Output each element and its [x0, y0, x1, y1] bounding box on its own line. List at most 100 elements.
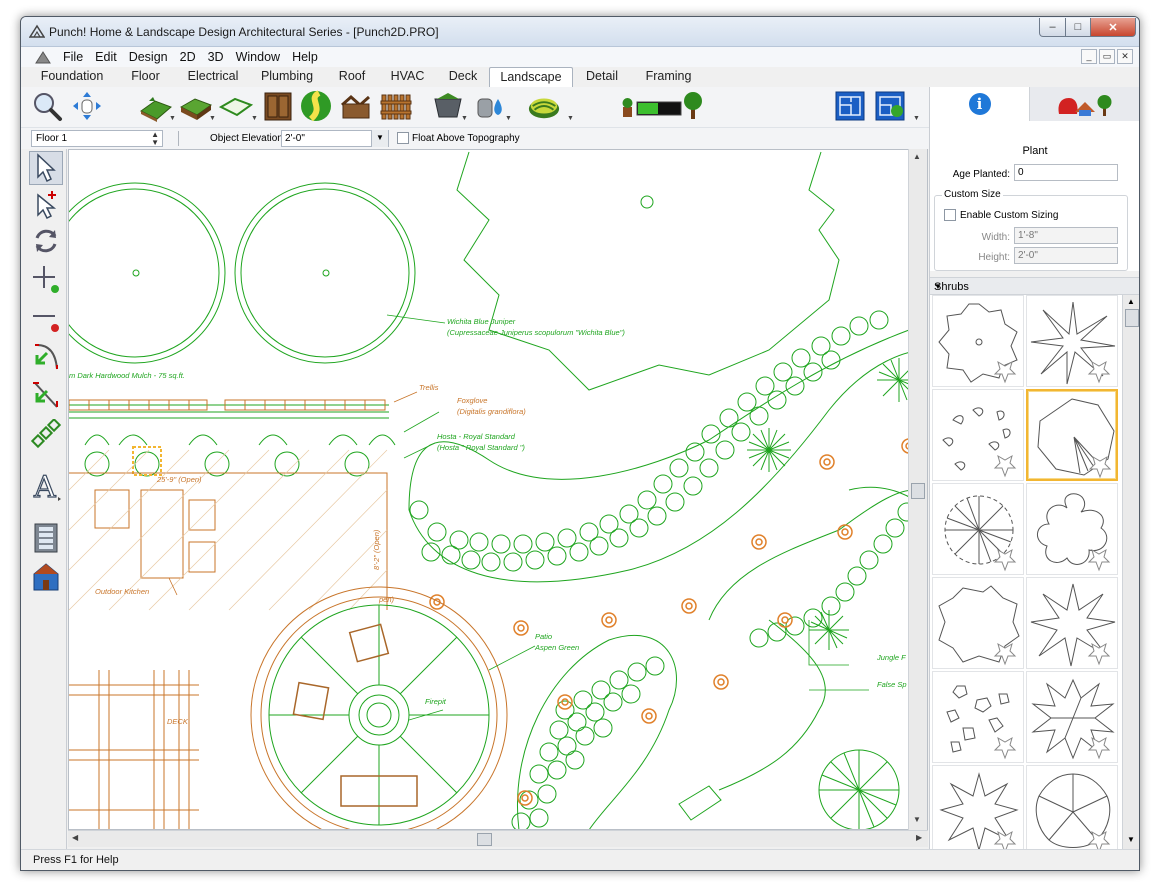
- tab-landscape[interactable]: Landscape: [489, 67, 573, 87]
- chevron-down-icon[interactable]: ▼: [934, 282, 1136, 291]
- tab-electrical[interactable]: Electrical: [178, 67, 248, 87]
- blueprint-icon[interactable]: [833, 89, 867, 123]
- scroll-down-icon[interactable]: ▼: [913, 815, 921, 824]
- curve-edge-icon[interactable]: [29, 339, 63, 373]
- enable-custom-sizing-checkbox[interactable]: Enable Custom Sizing: [944, 209, 1058, 221]
- house-view-icon[interactable]: [29, 559, 63, 593]
- shrub-cluster[interactable]: [409, 310, 917, 830]
- remove-point-icon[interactable]: [29, 301, 63, 335]
- ground-cover-icon[interactable]: [527, 89, 561, 123]
- canvas-vertical-scrollbar[interactable]: ▲ ▼: [908, 149, 927, 830]
- shrub-thumbnail-selected[interactable]: [1026, 389, 1118, 481]
- shrub-thumbnail[interactable]: [932, 295, 1024, 387]
- library-scrollbar[interactable]: ▲ ▼: [1122, 295, 1139, 849]
- title-bar[interactable]: Punch! Home & Landscape Design Architect…: [21, 17, 1139, 47]
- menu-edit[interactable]: Edit: [89, 50, 123, 64]
- terrain-icon[interactable]: [139, 89, 173, 123]
- tab-hvac[interactable]: HVAC: [378, 67, 437, 87]
- water-icon[interactable]: [473, 89, 507, 123]
- height-input[interactable]: 2'-0": [1014, 247, 1118, 264]
- tab-foundation[interactable]: Foundation: [31, 67, 113, 87]
- spinner-icon[interactable]: ▲ ▼: [151, 131, 159, 147]
- mdi-restore-button[interactable]: ▭: [1099, 49, 1115, 64]
- shrub-thumbnail[interactable]: [932, 483, 1024, 575]
- menu-3d[interactable]: 3D: [202, 50, 230, 64]
- floor-select[interactable]: Floor 1 ▲ ▼: [31, 130, 163, 147]
- shrub-thumbnail[interactable]: [1026, 765, 1118, 849]
- path-icon[interactable]: [299, 89, 333, 123]
- menu-file[interactable]: File: [57, 50, 89, 64]
- tab-framing[interactable]: Framing: [631, 67, 706, 87]
- shed-icon[interactable]: [339, 89, 373, 123]
- tab-deck[interactable]: Deck: [437, 67, 489, 87]
- checkbox-box[interactable]: [397, 132, 409, 144]
- dropdown-arrow-icon[interactable]: ▼: [251, 115, 258, 122]
- shrub-thumbnail[interactable]: [932, 577, 1024, 669]
- shrub-thumbnail[interactable]: [932, 389, 1024, 481]
- chain-icon[interactable]: [29, 417, 63, 451]
- dropdown-arrow-icon[interactable]: ▼: [505, 115, 512, 122]
- landscape-plan-drawing[interactable]: Wichita Blue Juniper (Cupressaceae Junip…: [69, 150, 928, 830]
- straight-edge-icon[interactable]: [29, 377, 63, 411]
- pan-icon[interactable]: [70, 89, 104, 123]
- menu-2d[interactable]: 2D: [174, 50, 202, 64]
- shrub-thumbnail[interactable]: [1026, 671, 1118, 763]
- checkbox-box[interactable]: [944, 209, 956, 221]
- dropdown-arrow-icon[interactable]: ▼: [169, 115, 176, 122]
- blueprint-plant-icon[interactable]: [873, 89, 907, 123]
- text-tool-icon[interactable]: A: [29, 469, 63, 503]
- maximize-button[interactable]: □: [1065, 18, 1091, 37]
- library-category-select[interactable]: Shrubs ▼: [930, 277, 1139, 295]
- dropdown-arrow-icon[interactable]: ▼: [461, 115, 468, 122]
- tab-plumbing[interactable]: Plumbing: [248, 67, 326, 87]
- layer-stack-icon[interactable]: [29, 521, 63, 555]
- dropdown-arrow-icon[interactable]: ▼: [209, 115, 216, 122]
- tab-info[interactable]: i: [930, 87, 1030, 121]
- hosta-row[interactable]: [84, 434, 396, 477]
- rotate-icon[interactable]: [29, 224, 63, 258]
- tab-detail[interactable]: Detail: [573, 67, 631, 87]
- planter-icon[interactable]: [431, 89, 465, 123]
- tab-floor[interactable]: Floor: [113, 67, 178, 87]
- age-planted-input[interactable]: 0: [1014, 164, 1118, 181]
- orange-plant-markers[interactable]: [429, 438, 917, 806]
- canvas-horizontal-scrollbar[interactable]: ◀ ▶: [68, 830, 928, 847]
- minimize-button[interactable]: –: [1039, 18, 1066, 37]
- scroll-thumb[interactable]: [1125, 309, 1139, 327]
- chevron-down-icon[interactable]: ▼: [371, 130, 388, 147]
- menu-design[interactable]: Design: [123, 50, 174, 64]
- scroll-thumb[interactable]: [477, 833, 492, 846]
- plant-growth-icon[interactable]: [619, 89, 709, 123]
- shrub-thumbnail[interactable]: [1026, 483, 1118, 575]
- select-arrow-icon[interactable]: [29, 151, 63, 185]
- zoom-icon[interactable]: [30, 89, 64, 123]
- mdi-minimize-button[interactable]: _: [1081, 49, 1097, 64]
- deck[interactable]: [69, 670, 199, 830]
- tab-roof[interactable]: Roof: [326, 67, 378, 87]
- add-point-icon[interactable]: [29, 262, 63, 296]
- select-point-icon[interactable]: [29, 187, 63, 221]
- menu-help[interactable]: Help: [286, 50, 324, 64]
- scroll-left-icon[interactable]: ◀: [72, 833, 78, 842]
- tab-library[interactable]: [1030, 87, 1139, 121]
- dropdown-arrow-icon[interactable]: ▼: [913, 115, 920, 122]
- mdi-close-button[interactable]: ✕: [1117, 49, 1133, 64]
- shrub-thumbnail[interactable]: [1026, 295, 1118, 387]
- scroll-up-icon[interactable]: ▲: [913, 152, 921, 161]
- scroll-thumb[interactable]: [911, 483, 925, 499]
- terrain-outline-icon[interactable]: [219, 89, 253, 123]
- fence-icon[interactable]: [379, 89, 413, 123]
- shrub-thumbnail[interactable]: [1026, 577, 1118, 669]
- document-icon[interactable]: [35, 50, 51, 64]
- cabinet-icon[interactable]: [261, 89, 295, 123]
- float-above-topography-checkbox[interactable]: Float Above Topography: [397, 132, 520, 144]
- raised-terrain-icon[interactable]: [179, 89, 213, 123]
- scroll-right-icon[interactable]: ▶: [916, 833, 922, 842]
- width-input[interactable]: 1'-8": [1014, 227, 1118, 244]
- shrub-thumbnail[interactable]: [932, 765, 1024, 849]
- plan-canvas[interactable]: Wichita Blue Juniper (Cupressaceae Junip…: [68, 149, 928, 830]
- menu-window[interactable]: Window: [230, 50, 286, 64]
- close-button[interactable]: ✕: [1090, 18, 1136, 37]
- shrub-thumbnail[interactable]: [932, 671, 1024, 763]
- dropdown-arrow-icon[interactable]: ▼: [567, 115, 574, 122]
